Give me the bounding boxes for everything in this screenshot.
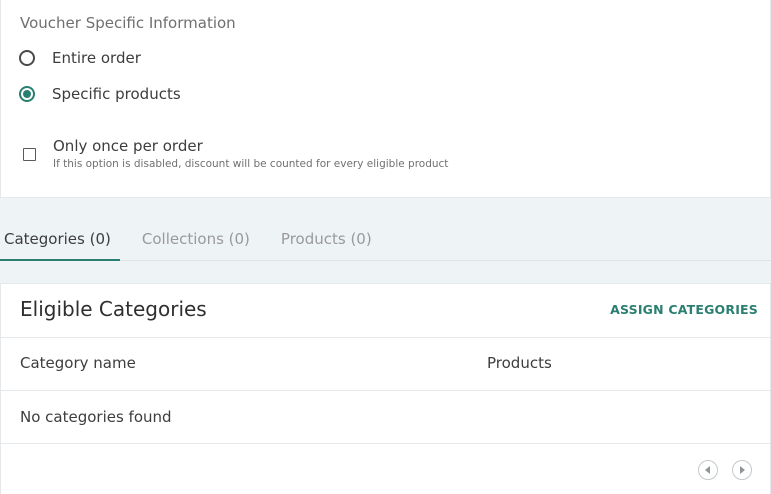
- assignment-tabs: Categories (0) Collections (0) Products …: [0, 222, 771, 261]
- assign-categories-button[interactable]: ASSIGN CATEGORIES: [610, 302, 758, 317]
- empty-state-text: No categories found: [20, 408, 172, 426]
- previous-page-button[interactable]: [698, 460, 718, 480]
- voucher-specific-card: Voucher Specific Information Entire orde…: [0, 0, 771, 198]
- voucher-page: Voucher Specific Information Entire orde…: [0, 0, 771, 494]
- chevron-left-icon: [705, 466, 710, 474]
- section-title: Voucher Specific Information: [20, 14, 236, 32]
- divider: [1, 337, 770, 338]
- radio-dot-icon: [23, 90, 31, 98]
- divider: [1, 390, 770, 391]
- tab-collections[interactable]: Collections (0): [133, 222, 259, 259]
- next-page-button[interactable]: [732, 460, 752, 480]
- radio-button-unchecked[interactable]: [19, 50, 35, 66]
- radio-label: Entire order: [52, 49, 141, 67]
- card-title: Eligible Categories: [20, 297, 207, 321]
- eligible-categories-card: Eligible Categories ASSIGN CATEGORIES Ca…: [0, 283, 771, 494]
- once-per-order-help: If this option is disabled, discount wil…: [53, 158, 449, 170]
- column-header-products[interactable]: Products: [487, 354, 552, 372]
- chevron-right-icon: [740, 466, 745, 474]
- radio-specific-products[interactable]: Specific products: [19, 83, 181, 105]
- radio-label: Specific products: [52, 85, 181, 103]
- once-per-order-label: Only once per order: [53, 137, 203, 155]
- tab-products[interactable]: Products (0): [272, 222, 381, 259]
- divider: [1, 443, 770, 444]
- radio-button-checked[interactable]: [19, 86, 35, 102]
- tab-categories[interactable]: Categories (0): [0, 222, 120, 261]
- once-per-order-checkbox[interactable]: [23, 148, 36, 161]
- radio-entire-order[interactable]: Entire order: [19, 47, 141, 69]
- column-header-category-name[interactable]: Category name: [20, 354, 136, 372]
